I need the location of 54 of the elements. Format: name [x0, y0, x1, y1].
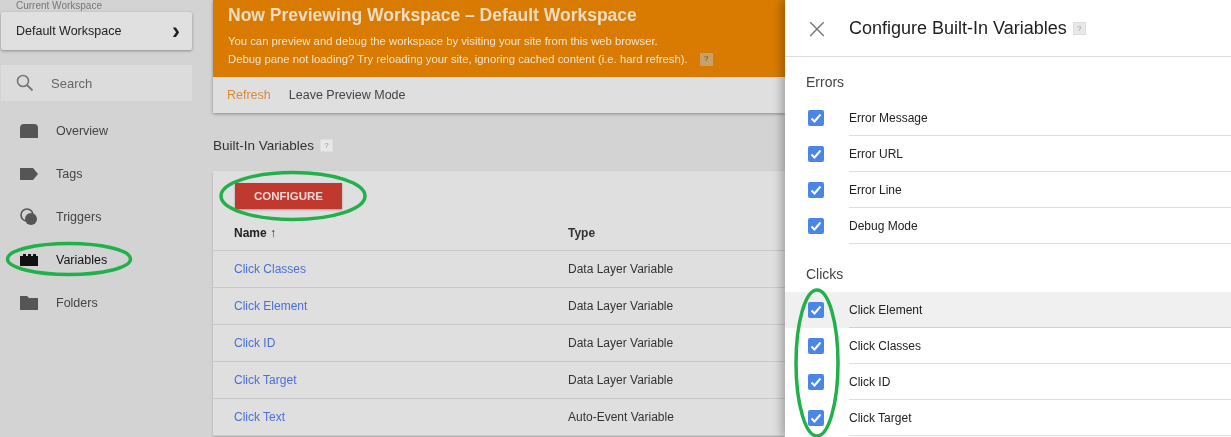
variable-icon: [20, 253, 38, 266]
column-header[interactable]: Type: [568, 225, 596, 240]
configure-button[interactable]: CONFIGURE: [235, 183, 342, 209]
table-cell: Data Layer Variable: [568, 336, 674, 350]
search-icon: [16, 74, 34, 92]
search-field[interactable]: Search: [1, 65, 192, 101]
nav-item[interactable]: Folders: [1, 281, 192, 324]
section-title: Built-In Variables: [213, 137, 315, 153]
help-badge[interactable]: ?: [699, 52, 713, 66]
panel-title: Configure Built-In Variables: [849, 17, 1067, 39]
table-cell: Data Layer Variable: [568, 262, 674, 276]
banner-text: You can preview and debug the workspace by visiting your site from this web browser.: [228, 34, 658, 49]
overview-icon: [20, 123, 38, 138]
help-badge[interactable]: ?: [320, 138, 334, 152]
tag-icon: [20, 167, 38, 180]
checkbox[interactable]: [808, 146, 824, 162]
workspace-label: Current Workspace: [15, 0, 103, 11]
trigger-icon: [20, 207, 38, 226]
group-title: Clicks: [805, 265, 845, 284]
table-cell: Data Layer Variable: [568, 373, 674, 387]
group-title: Errors: [805, 73, 846, 92]
folder-icon: [20, 295, 38, 310]
column-header[interactable]: Name ↑: [213, 225, 568, 240]
variable-label: Error Message: [849, 100, 1231, 136]
variable-label: Error URL: [849, 136, 1231, 172]
checkbox[interactable]: [808, 338, 824, 354]
variable-link[interactable]: Click Element: [213, 299, 568, 313]
nav-item[interactable]: Variables: [1, 238, 192, 281]
variable-link[interactable]: Click ID: [213, 336, 568, 350]
action-link[interactable]: Leave Preview Mode: [288, 88, 406, 102]
checkbox[interactable]: [808, 302, 824, 318]
workspace-selector[interactable]: Default Workspace ›: [1, 12, 192, 50]
table-cell: Auto-Event Variable: [568, 410, 674, 424]
variable-label: Error Line: [849, 172, 1231, 208]
checkbox[interactable]: [808, 182, 824, 198]
banner-title: Now Previewing Workspace – Default Workspace: [228, 5, 638, 26]
variable-link[interactable]: Click Text: [213, 410, 568, 424]
checkbox[interactable]: [808, 410, 824, 426]
checkbox[interactable]: [808, 218, 824, 234]
variable-link[interactable]: Click Target: [213, 373, 568, 387]
nav-item[interactable]: Overview: [1, 109, 192, 152]
close-button[interactable]: ×: [785, 11, 849, 45]
variable-link[interactable]: Click Classes: [213, 262, 568, 276]
banner-text: Debug pane not loading? Try reloading your site, ignoring cached content (i.e. hard refresh).: [228, 52, 688, 67]
variable-label: Click Classes: [849, 328, 1231, 364]
table-cell: Data Layer Variable: [568, 299, 674, 313]
nav-item[interactable]: Triggers: [1, 195, 192, 238]
checkbox[interactable]: [808, 110, 824, 126]
variable-label: Click ID: [849, 364, 1231, 400]
variable-label: Click Target: [849, 400, 1231, 436]
checkbox[interactable]: [808, 374, 824, 390]
variable-label: Debug Mode: [849, 208, 1231, 244]
nav-item[interactable]: Tags: [1, 152, 192, 195]
help-badge[interactable]: ?: [1072, 21, 1086, 35]
